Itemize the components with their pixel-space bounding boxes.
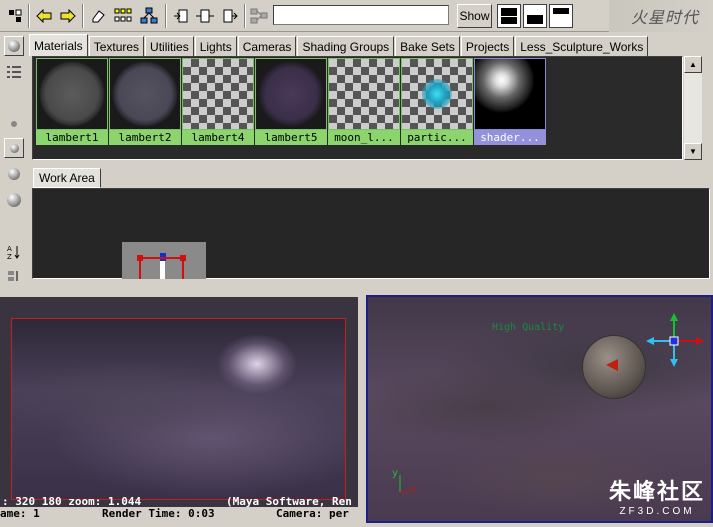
- material-swatch[interactable]: lambert2: [109, 58, 181, 146]
- material-label: lambert2: [109, 130, 181, 145]
- list-view-icon[interactable]: [4, 62, 24, 82]
- tab-less-sculpture-works[interactable]: Less_Sculpture_Works: [515, 36, 649, 56]
- logo-text: 火星时代: [631, 8, 700, 27]
- render-time-text: Render Time: 0:03: [102, 507, 215, 520]
- material-thumbnail: [36, 58, 108, 130]
- tab-utilities[interactable]: Utilities: [145, 36, 194, 56]
- material-label: lambert1: [36, 130, 108, 145]
- svg-text:A: A: [7, 245, 12, 253]
- graph-layout-icon[interactable]: [248, 5, 270, 27]
- work-swatch-icon[interactable]: [4, 164, 24, 184]
- render-status-bar: ame: 1 Render Time: 0:03 Camera: per: [0, 507, 358, 521]
- watermark-title: 朱峰社区: [608, 479, 705, 504]
- graph-grid-icon[interactable]: [112, 5, 134, 27]
- sort-az-icon[interactable]: AZ: [4, 242, 24, 262]
- axis-y-label: y: [392, 468, 399, 479]
- tab-textures[interactable]: Textures: [88, 36, 145, 56]
- scroll-down-icon[interactable]: ▼: [684, 143, 702, 160]
- material-label: moon_l...: [328, 130, 400, 145]
- input-output-connections-icon[interactable]: [194, 5, 216, 27]
- material-tabs: Materials Textures Utilities Lights Came…: [29, 34, 649, 56]
- show-button[interactable]: Show: [457, 4, 492, 28]
- material-label: lambert5: [255, 130, 327, 145]
- toolbar-separator: [82, 4, 84, 28]
- search-input[interactable]: [273, 5, 449, 25]
- tab-materials[interactable]: Materials: [29, 34, 88, 56]
- material-thumbnail: [328, 58, 400, 130]
- select-tool-icon[interactable]: [4, 5, 26, 27]
- arrow-left-icon[interactable]: [33, 5, 55, 27]
- material-thumbnail: [255, 58, 327, 130]
- scroll-up-icon[interactable]: ▲: [684, 56, 702, 73]
- layout-bottom-icon[interactable]: [523, 4, 547, 28]
- material-swatch[interactable]: lambert1: [36, 58, 108, 146]
- work-large-icon[interactable]: [4, 190, 24, 210]
- arrow-right-icon[interactable]: [57, 5, 79, 27]
- swatch-view-icon[interactable]: [4, 36, 24, 56]
- sort-type-icon[interactable]: [4, 266, 24, 286]
- material-thumbnail: [474, 58, 546, 130]
- toolbar-separator: [244, 4, 246, 28]
- layout-top-icon[interactable]: [497, 4, 521, 28]
- left-icon-column: AZ: [0, 32, 28, 290]
- material-swatch-selected[interactable]: shader...: [474, 58, 546, 146]
- material-thumbnail: [182, 58, 254, 130]
- material-label: lambert4: [182, 130, 254, 145]
- network-icon[interactable]: [138, 5, 160, 27]
- toolbar-separator: [28, 4, 30, 28]
- toolbar-separator: [165, 4, 167, 28]
- layout-split-icon[interactable]: [549, 4, 573, 28]
- material-swatch[interactable]: lambert5: [255, 58, 327, 146]
- tab-projects[interactable]: Projects: [460, 36, 515, 56]
- material-label: partic...: [401, 130, 473, 145]
- perspective-viewport[interactable]: High Quality y x 朱峰社区 ZF3D.COM: [366, 295, 713, 523]
- output-connections-icon[interactable]: [219, 5, 241, 27]
- material-swatch[interactable]: lambert4: [182, 58, 254, 146]
- eraser-icon[interactable]: [87, 5, 109, 27]
- material-swatch[interactable]: moon_l...: [328, 58, 400, 146]
- tab-lights[interactable]: Lights: [194, 36, 237, 56]
- tab-work-area[interactable]: Work Area: [33, 168, 101, 188]
- material-thumbnail: [401, 58, 473, 130]
- logo: 火星时代: [609, 0, 713, 32]
- material-thumbnail: [109, 58, 181, 130]
- bottom-panels: : 320 180 zoom: 1.044 (Maya Software, Re…: [0, 293, 713, 527]
- material-swatch-area: lambert1 lambert2 lambert4 lambert5 moon…: [32, 56, 683, 160]
- render-region-frame: [11, 318, 346, 500]
- work-area-panel: Work Area: [29, 165, 713, 283]
- camera-text: Camera: per: [276, 507, 349, 520]
- tab-cameras[interactable]: Cameras: [237, 36, 297, 56]
- tab-shading-groups[interactable]: Shading Groups: [297, 36, 395, 56]
- watermark: 朱峰社区 ZF3D.COM: [609, 474, 705, 517]
- material-panel: Materials Textures Utilities Lights Came…: [29, 34, 713, 160]
- work-area-canvas[interactable]: [32, 188, 710, 279]
- axis-x-label: x: [410, 484, 417, 495]
- medium-icon-view-icon[interactable]: [4, 138, 24, 158]
- frame-text: ame: 1: [0, 507, 40, 520]
- watermark-url: ZF3D.COM: [619, 506, 695, 517]
- input-connections-icon[interactable]: [170, 5, 192, 27]
- material-swatch[interactable]: partic...: [401, 58, 473, 146]
- main-toolbar: Show 火星时代: [0, 0, 713, 32]
- material-label: shader...: [474, 130, 546, 145]
- svg-text:Z: Z: [7, 253, 12, 260]
- tab-bake-sets[interactable]: Bake Sets: [395, 36, 460, 56]
- material-scrollbar[interactable]: ▲ ▼: [684, 56, 702, 160]
- render-view: : 320 180 zoom: 1.044 (Maya Software, Re…: [0, 297, 358, 521]
- shader-node[interactable]: [122, 242, 206, 279]
- small-icon-view-icon[interactable]: [4, 114, 24, 134]
